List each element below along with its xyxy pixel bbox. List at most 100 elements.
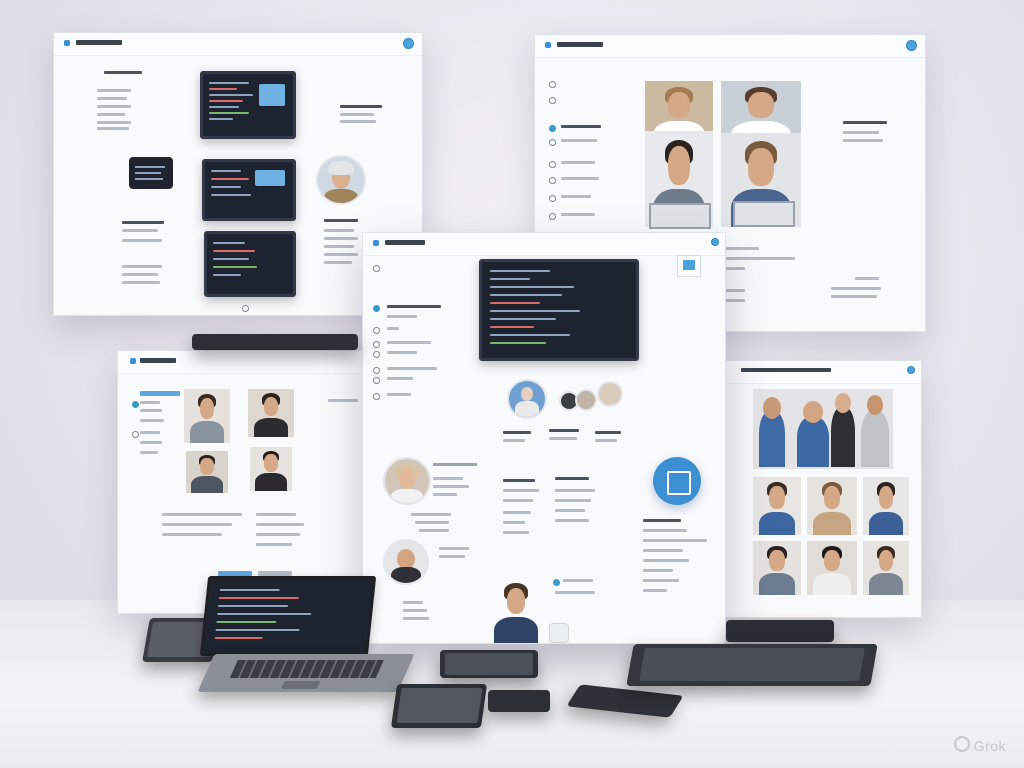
nav-radio[interactable] [549, 97, 556, 104]
panel-menu-icon[interactable] [907, 366, 915, 374]
text-line [549, 429, 579, 432]
nav-radio[interactable] [373, 367, 380, 374]
user-avatar[interactable] [575, 389, 597, 411]
code-editor-main[interactable] [479, 259, 639, 361]
text-line [340, 105, 382, 108]
nav-radio[interactable] [373, 393, 380, 400]
divider [433, 463, 477, 466]
text-line [97, 121, 131, 124]
watermark: Grok [973, 738, 1006, 754]
nav-radio[interactable] [373, 341, 380, 348]
text-line [403, 609, 427, 612]
nav-radio[interactable] [549, 213, 556, 220]
nav-item-label [561, 213, 595, 216]
tablet-device [440, 650, 538, 678]
gallery-photo[interactable] [863, 477, 909, 535]
text-line [256, 533, 300, 536]
laptop-device[interactable] [197, 576, 415, 694]
nav-item-label [387, 377, 413, 380]
nav-item-label [561, 125, 601, 128]
text-line [256, 523, 304, 526]
gallery-photo[interactable] [753, 477, 801, 535]
panel-title [76, 40, 122, 45]
nav-item-label [140, 409, 162, 412]
panel-title [140, 358, 176, 363]
user-avatar[interactable] [597, 381, 623, 407]
nav-radio[interactable] [549, 195, 556, 202]
text-line [415, 521, 449, 524]
text-line [162, 513, 242, 516]
text-line [595, 439, 617, 442]
app-logo-icon [545, 42, 551, 48]
text-line [340, 120, 376, 123]
text-line [324, 245, 354, 248]
nav-radio[interactable] [373, 377, 380, 384]
panel-header [363, 233, 725, 256]
panel-menu-icon[interactable] [906, 40, 917, 51]
text-line [122, 229, 158, 232]
text-line [503, 439, 525, 442]
nav-radio[interactable] [549, 139, 556, 146]
text-line [122, 273, 158, 276]
laptop-keyboard[interactable] [197, 654, 415, 692]
text-line [643, 549, 683, 552]
user-avatar[interactable] [316, 155, 366, 205]
image-widget[interactable] [677, 255, 701, 277]
panel-menu-icon[interactable] [403, 38, 414, 49]
nav-radio-selected[interactable] [132, 401, 139, 408]
edit-profile-button[interactable] [653, 457, 701, 505]
presenter-photo[interactable] [487, 577, 545, 643]
gallery-photo[interactable] [863, 541, 909, 595]
gallery-photo[interactable] [807, 477, 857, 535]
text-line [643, 519, 681, 522]
nav-radio[interactable] [549, 161, 556, 168]
text-line [97, 89, 131, 92]
profile-avatar[interactable] [383, 457, 431, 505]
contact-photo[interactable] [184, 389, 230, 443]
tablet-device [192, 334, 358, 350]
gallery-photo[interactable] [753, 541, 801, 595]
laptop-code-screen[interactable] [199, 576, 377, 656]
contact-photo[interactable] [248, 389, 294, 437]
status-indicator [553, 579, 560, 586]
nav-item-label [387, 351, 417, 354]
text-line [162, 523, 232, 526]
nav-radio[interactable] [373, 327, 380, 334]
text-line [595, 431, 621, 434]
text-line [324, 253, 358, 256]
user-avatar[interactable] [507, 379, 547, 419]
text-line [725, 267, 745, 270]
contact-photo[interactable] [186, 451, 228, 493]
pager-dot[interactable] [242, 305, 249, 312]
nav-radio[interactable] [373, 265, 380, 272]
text-line [439, 547, 469, 550]
gallery-photo[interactable] [753, 389, 893, 469]
text-line [162, 533, 222, 536]
nav-radio[interactable] [132, 431, 139, 438]
profile-avatar[interactable] [383, 539, 429, 585]
text-line [439, 555, 465, 558]
selected-nav-item[interactable] [140, 391, 180, 396]
app-logo-icon [373, 240, 379, 246]
nav-radio[interactable] [549, 177, 556, 184]
text-line [97, 113, 125, 116]
nav-item-label [561, 177, 599, 180]
edit-icon [667, 471, 691, 495]
nav-item-label [140, 431, 160, 434]
code-editor-preview[interactable] [204, 231, 296, 297]
app-logo-icon [130, 358, 136, 364]
nav-radio[interactable] [373, 351, 380, 358]
laptop-screen [649, 203, 711, 229]
text-line [643, 589, 667, 592]
nav-radio[interactable] [549, 81, 556, 88]
nav-item-label [387, 327, 399, 330]
code-editor-preview[interactable] [202, 159, 296, 221]
chat-bubble-icon[interactable] [129, 157, 173, 189]
text-line [433, 485, 469, 488]
gallery-photo[interactable] [807, 541, 857, 595]
code-editor-preview[interactable] [200, 71, 296, 139]
nav-radio-selected[interactable] [373, 305, 380, 312]
contact-photo[interactable] [250, 447, 292, 491]
nav-radio-selected[interactable] [549, 125, 556, 132]
panel-menu-icon[interactable] [711, 238, 719, 246]
